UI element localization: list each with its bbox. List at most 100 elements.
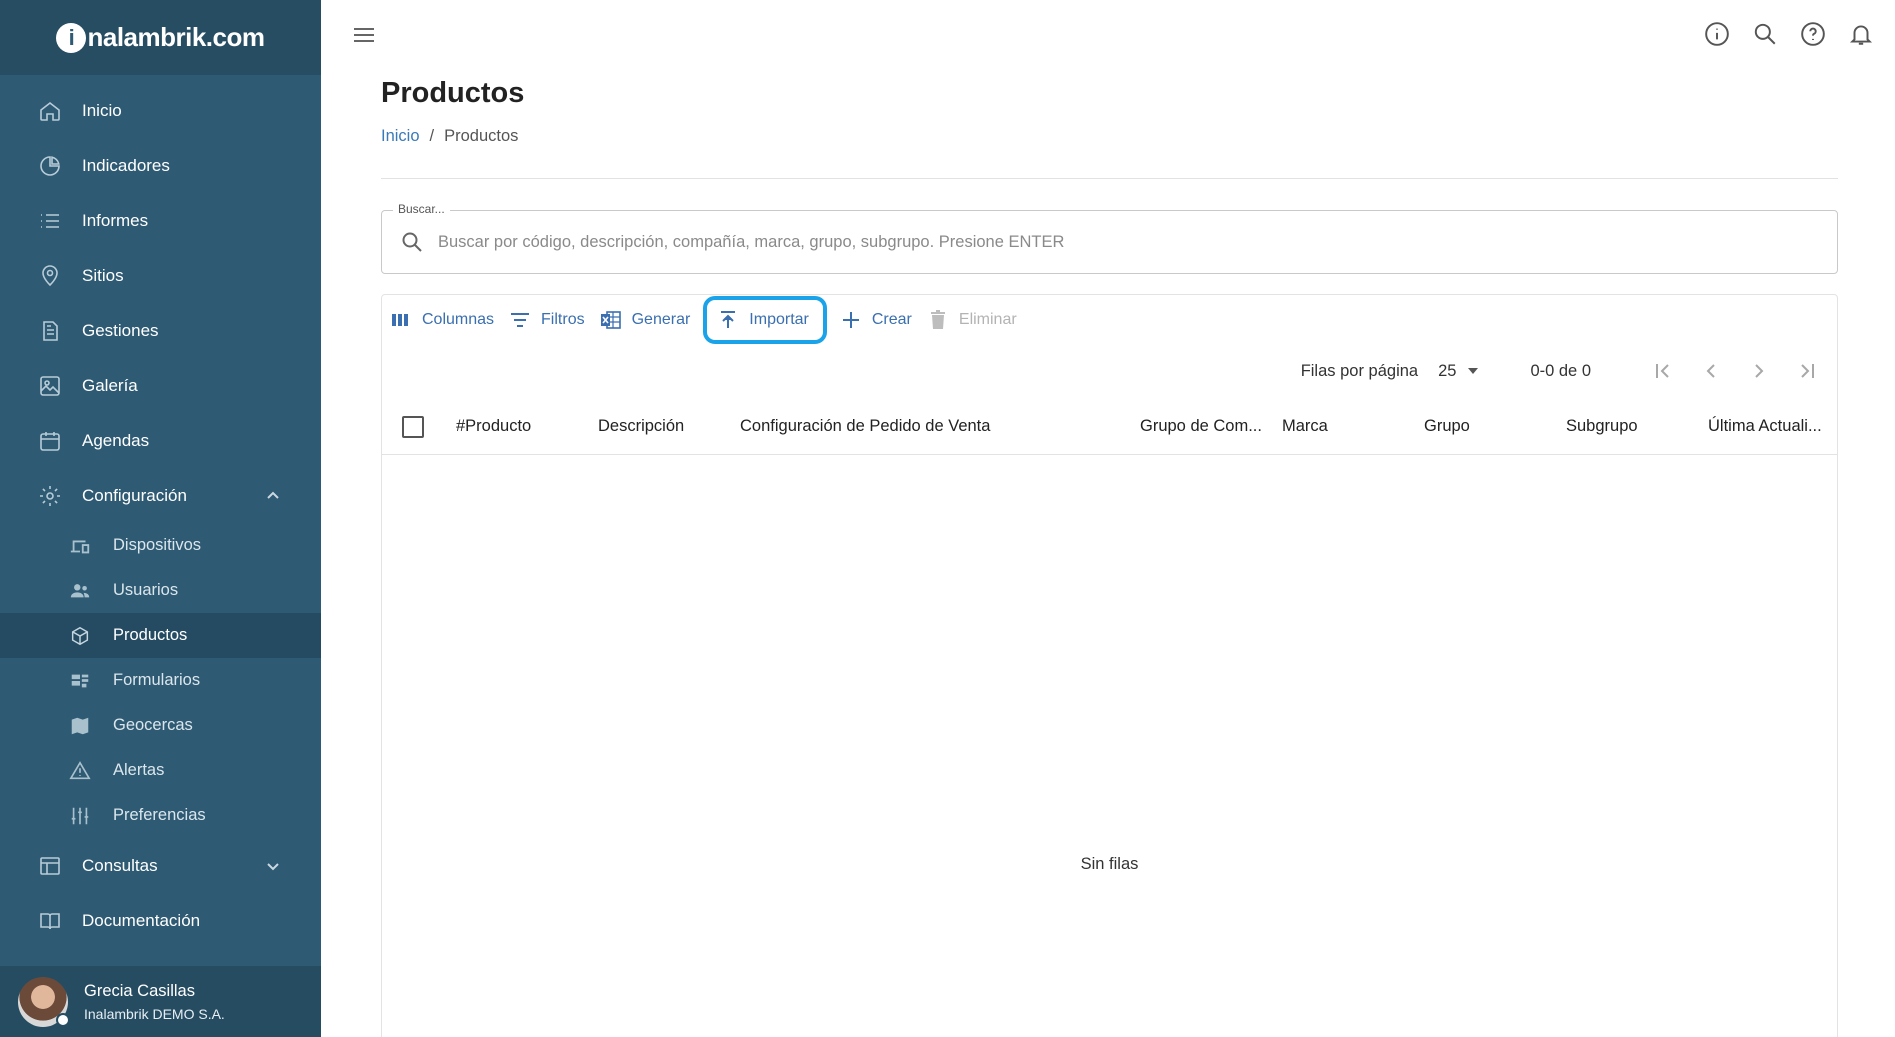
import-label: Importar: [749, 311, 809, 328]
sidebar-subitem-preferencias[interactable]: Preferencias: [0, 793, 321, 838]
plus-icon: [842, 312, 859, 328]
chevron-down-icon[interactable]: [265, 858, 281, 874]
sidebar-item-label: Consultas: [82, 855, 158, 875]
breadcrumb: Inicio / Productos: [381, 127, 1838, 146]
breadcrumb-home-link[interactable]: Inicio: [381, 127, 420, 146]
sidebar-item-indicadores[interactable]: Indicadores: [0, 138, 321, 193]
gear-icon: [38, 484, 62, 508]
sidebar-item-label: Agendas: [82, 430, 150, 450]
sidebar-subitem-geocercas[interactable]: Geocercas: [0, 703, 321, 748]
pagination: Filas por página 25 0-0 de 0: [382, 343, 1837, 399]
sidebar-item-inicio[interactable]: Inicio: [0, 83, 321, 138]
column-header-configuracion-pedido[interactable]: Configuración de Pedido de Venta: [740, 417, 990, 436]
search-button[interactable]: [1751, 20, 1779, 48]
search-icon: [1754, 23, 1776, 45]
form-icon: [68, 669, 92, 693]
page-title: Productos: [381, 77, 525, 109]
sidebar-item-consultas[interactable]: Consultas: [0, 838, 321, 893]
delete-button[interactable]: Eliminar: [925, 302, 1019, 338]
sidebar-subitem-label: Dispositivos: [113, 536, 202, 554]
search-label: Buscar...: [393, 202, 450, 216]
sliders-icon: [68, 804, 92, 828]
sidebar-item-sitios[interactable]: Sitios: [0, 248, 321, 303]
filters-label: Filtros: [541, 311, 585, 328]
last-page-icon: [1801, 364, 1814, 378]
import-button[interactable]: Importar: [703, 296, 827, 344]
first-page-button[interactable]: [1649, 357, 1677, 385]
create-button[interactable]: Crear: [838, 302, 914, 338]
rows-per-page-select[interactable]: 25: [1438, 362, 1480, 381]
sidebar-subitem-label: Preferencias: [113, 806, 206, 824]
sidebar-item-label: Gestiones: [82, 320, 159, 340]
sidebar: i nalambrik.com Inicio Indicadores Inform…: [0, 0, 321, 1037]
column-header-producto[interactable]: #Producto: [456, 417, 531, 436]
pie-chart-icon: [38, 154, 62, 178]
next-page-button[interactable]: [1745, 357, 1773, 385]
select-all-checkbox[interactable]: [402, 415, 424, 438]
column-header-grupo[interactable]: Grupo: [1424, 417, 1470, 436]
list-icon: [38, 209, 62, 233]
user-org: Inalambrik DEMO S.A.: [84, 1005, 225, 1022]
sidebar-subitem-dispositivos[interactable]: Dispositivos: [0, 523, 321, 568]
map-icon: [68, 714, 92, 738]
help-icon: [1801, 22, 1825, 46]
sidebar-subitem-label: Alertas: [113, 761, 165, 779]
column-header-subgrupo[interactable]: Subgrupo: [1566, 417, 1638, 436]
sidebar-subitem-usuarios[interactable]: Usuarios: [0, 568, 321, 613]
status-indicator: [56, 1012, 70, 1027]
column-header-descripcion[interactable]: Descripción: [598, 417, 684, 436]
user-name: Grecia Casillas: [84, 981, 195, 1000]
sidebar-item-label: Configuración: [82, 485, 187, 505]
create-label: Crear: [871, 311, 912, 328]
search-field[interactable]: Buscar...: [381, 202, 1838, 274]
sidebar-item-configuracion[interactable]: Configuración: [0, 468, 321, 523]
sidebar-subitem-productos[interactable]: Productos: [0, 613, 321, 658]
table-icon: [38, 854, 62, 878]
sidebar-item-label: Sitios: [82, 265, 124, 285]
generate-button[interactable]: Generar: [598, 302, 693, 338]
user-profile[interactable]: Grecia Casillas Inalambrik DEMO S.A.: [0, 966, 321, 1037]
chevron-right-icon: [1755, 364, 1764, 378]
sidebar-item-label: Inicio: [82, 100, 122, 120]
sidebar-subitem-label: Geocercas: [113, 716, 193, 734]
avatar: [18, 976, 70, 1027]
columns-button[interactable]: Columnas: [388, 302, 496, 338]
search-icon: [402, 232, 422, 252]
help-button[interactable]: [1799, 20, 1827, 48]
sidebar-item-label: Indicadores: [82, 155, 170, 175]
filters-button[interactable]: Filtros: [507, 302, 587, 338]
columns-icon: [392, 314, 408, 326]
search-input[interactable]: [438, 232, 1788, 252]
sidebar-item-galeria[interactable]: Galería: [0, 358, 321, 413]
book-icon: [38, 909, 62, 933]
column-header-grupo-compania[interactable]: Grupo de Com...: [1140, 417, 1262, 436]
sidebar-item-agendas[interactable]: Agendas: [0, 413, 321, 468]
sidebar-item-documentacion[interactable]: Documentación: [0, 893, 321, 948]
last-page-button[interactable]: [1793, 357, 1821, 385]
bell-icon: [1849, 25, 1873, 45]
logo[interactable]: i nalambrik.com: [56, 22, 265, 53]
sidebar-subitem-label: Formularios: [113, 671, 201, 689]
sidebar-item-label: Informes: [82, 210, 149, 230]
info-button[interactable]: [1703, 20, 1731, 48]
sidebar-subitem-formularios[interactable]: Formularios: [0, 658, 321, 703]
generate-label: Generar: [631, 311, 691, 328]
grid-toolbar: Columnas Filtros Generar Importar Crear …: [382, 295, 1837, 344]
sidebar-item-gestiones[interactable]: Gestiones: [0, 303, 321, 358]
sidebar-subitem-alertas[interactable]: Alertas: [0, 748, 321, 793]
main-content: Productos Inicio / Productos Buscar... C…: [381, 68, 1838, 1037]
sidebar-item-informes[interactable]: Informes: [0, 193, 321, 248]
chevron-up-icon[interactable]: [265, 488, 281, 504]
column-header-marca[interactable]: Marca: [1282, 417, 1328, 436]
previous-page-button[interactable]: [1697, 357, 1725, 385]
image-icon: [38, 374, 62, 398]
sidebar-subitem-label: Productos: [113, 626, 188, 644]
notifications-button[interactable]: [1847, 20, 1875, 48]
page-range: 0-0 de 0: [1530, 361, 1591, 380]
divider: [381, 178, 1838, 179]
menu-toggle-button[interactable]: [351, 22, 377, 48]
cube-icon: [68, 624, 92, 648]
column-header-ultima-actualizacion[interactable]: Última Actuali...: [1708, 417, 1822, 436]
map-pin-icon: [38, 264, 62, 288]
sidebar-item-label: Galería: [82, 375, 138, 395]
